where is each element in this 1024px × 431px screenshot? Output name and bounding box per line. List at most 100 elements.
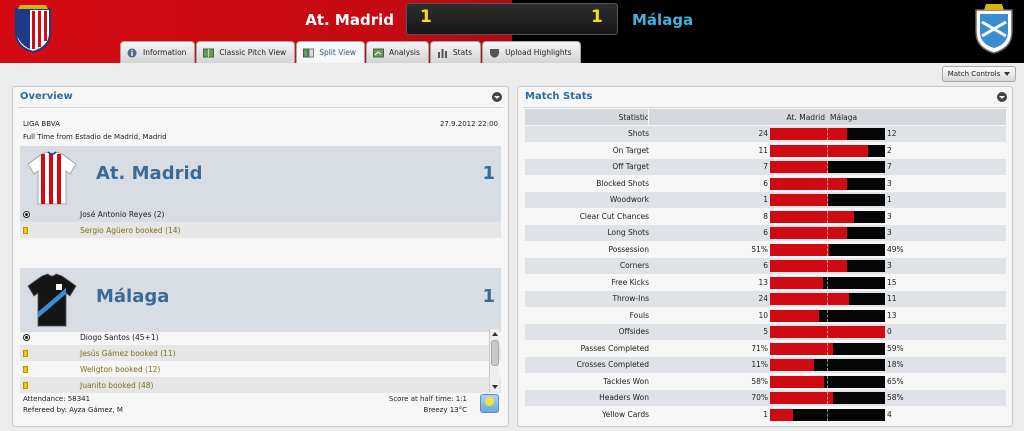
stat-comparison-bar bbox=[770, 210, 885, 223]
stat-bar-midline bbox=[827, 392, 828, 404]
scroll-down-icon[interactable] bbox=[491, 383, 499, 391]
stat-home-value: 58% bbox=[751, 376, 768, 386]
stat-bar-midline bbox=[827, 309, 828, 322]
stat-home-value: 24 bbox=[758, 294, 768, 303]
stat-comparison-bar bbox=[770, 326, 885, 338]
stat-away-value: 49% bbox=[887, 244, 904, 254]
stat-row: Off Target 7 7 bbox=[525, 159, 1006, 175]
scroll-up-icon[interactable] bbox=[491, 330, 499, 338]
stat-away-value: 0 bbox=[887, 327, 892, 336]
match-stats-options-icon[interactable] bbox=[997, 92, 1007, 102]
stat-comparison-bar bbox=[770, 128, 885, 140]
scroll-thumb[interactable] bbox=[491, 340, 499, 366]
panel-divider bbox=[523, 107, 1007, 108]
scoreboard: 1 1 bbox=[406, 3, 618, 35]
referee-text: Refereed by: Ayza Gámez, M bbox=[23, 406, 123, 414]
stat-home-bar-fill bbox=[770, 227, 847, 239]
stat-away-value: 2 bbox=[887, 145, 892, 155]
stats-table-header: Statistic At. Madrid Málaga bbox=[525, 109, 1006, 125]
stat-comparison-bar bbox=[770, 144, 885, 157]
stat-home-value: 70% bbox=[751, 393, 768, 402]
tab-analysis[interactable]: Analysis bbox=[366, 41, 429, 63]
away-booking-event: Weligton booked (12) bbox=[20, 361, 501, 377]
tab-stats[interactable]: Stats bbox=[429, 41, 482, 63]
stat-home-value: 7 bbox=[763, 162, 768, 171]
stat-bar-midline bbox=[827, 227, 828, 239]
tab-information[interactable]: Information bbox=[120, 41, 196, 63]
column-header-statistic[interactable]: Statistic bbox=[619, 113, 649, 122]
stat-home-value: 51% bbox=[751, 244, 768, 254]
stat-away-value: 65% bbox=[887, 376, 904, 386]
stat-row: Shots 24 12 bbox=[525, 126, 1006, 142]
tab-split-view[interactable]: Split View bbox=[296, 41, 365, 63]
yellow-card-icon bbox=[23, 381, 28, 389]
stat-home-bar-fill bbox=[770, 177, 847, 190]
shield-icon bbox=[490, 48, 500, 58]
tab-label: Upload Highlights bbox=[505, 48, 572, 57]
home-club-crest-icon bbox=[15, 5, 51, 53]
stat-comparison-bar bbox=[770, 408, 885, 421]
stat-home-value: 6 bbox=[763, 178, 768, 188]
event-text[interactable]: Sergio Agüero booked (14) bbox=[80, 226, 180, 235]
stat-bar-midline bbox=[827, 260, 828, 272]
stat-home-bar-fill bbox=[770, 408, 793, 421]
tab-upload-highlights[interactable]: Upload Highlights bbox=[482, 41, 581, 63]
stat-bar-midline bbox=[827, 293, 828, 305]
stat-home-bar-fill bbox=[770, 260, 847, 272]
stat-home-value: 10 bbox=[758, 310, 768, 320]
stat-comparison-bar bbox=[770, 375, 885, 388]
away-club-crest-icon bbox=[975, 4, 1013, 54]
home-team-name: At. Madrid bbox=[305, 11, 394, 29]
event-text[interactable]: Weligton booked (12) bbox=[80, 365, 160, 374]
stat-home-bar-fill bbox=[770, 359, 814, 371]
event-text[interactable]: Juanito booked (48) bbox=[80, 381, 153, 390]
home-score: 1 bbox=[420, 7, 432, 27]
stat-comparison-bar bbox=[770, 194, 885, 206]
match-venue: Full Time from Estadio de Madrid, Madrid bbox=[23, 133, 167, 141]
stat-name: Corners bbox=[619, 261, 649, 270]
stat-home-value: 6 bbox=[763, 228, 768, 237]
event-text[interactable]: Diogo Santos (45+1) bbox=[80, 333, 159, 342]
weather-sun-icon bbox=[480, 394, 499, 413]
stat-home-value: 6 bbox=[763, 261, 768, 270]
stat-row: Passes Completed 71% 59% bbox=[525, 341, 1006, 357]
away-team-title: Málaga bbox=[96, 286, 170, 307]
event-text[interactable]: Jesús Gámez booked (11) bbox=[80, 349, 176, 358]
stat-bar-midline bbox=[827, 243, 828, 256]
event-text[interactable]: José Antonio Reyes (2) bbox=[80, 210, 164, 219]
overview-options-icon[interactable] bbox=[492, 92, 502, 102]
stat-bar-midline bbox=[827, 359, 828, 371]
tab-classic-pitch-view[interactable]: Classic Pitch View bbox=[196, 41, 296, 63]
events-scrollbar[interactable] bbox=[489, 329, 499, 392]
column-header-away[interactable]: Málaga bbox=[830, 113, 857, 122]
stat-away-value: 59% bbox=[887, 343, 904, 353]
stat-row: Crosses Completed 11% 18% bbox=[525, 357, 1006, 373]
stat-away-value: 11 bbox=[887, 294, 897, 303]
stat-home-bar-fill bbox=[770, 342, 833, 355]
match-controls-button[interactable]: Match Controls bbox=[942, 66, 1016, 82]
stat-bar-midline bbox=[827, 144, 828, 157]
stat-row: Throw-Ins 24 11 bbox=[525, 291, 1006, 307]
stat-home-bar-fill bbox=[770, 161, 828, 173]
stat-comparison-bar bbox=[770, 161, 885, 173]
stat-home-value: 1 bbox=[763, 409, 768, 419]
stat-row: Corners 6 3 bbox=[525, 258, 1006, 274]
stat-name: Woodwork bbox=[609, 195, 649, 204]
overview-title: Overview bbox=[20, 91, 73, 102]
home-team-goals: 1 bbox=[482, 163, 495, 184]
stat-row: Headers Won 70% 58% bbox=[525, 390, 1006, 406]
yellow-card-icon bbox=[23, 365, 28, 373]
column-header-home[interactable]: At. Madrid bbox=[787, 113, 825, 122]
analysis-icon bbox=[373, 48, 384, 57]
stat-bar-midline bbox=[827, 276, 828, 289]
stat-comparison-bar bbox=[770, 260, 885, 272]
away-goal-event: Diogo Santos (45+1) bbox=[20, 329, 501, 345]
overview-panel: Overview LIGA BBVA 27.9.2012 22:00 Full … bbox=[12, 86, 509, 427]
stat-comparison-bar bbox=[770, 309, 885, 322]
stat-row: Free Kicks 13 15 bbox=[525, 275, 1006, 291]
stats-icon bbox=[437, 48, 447, 58]
stat-row: Woodwork 1 1 bbox=[525, 192, 1006, 208]
stat-name: Tackles Won bbox=[603, 376, 649, 386]
stat-bar-midline bbox=[827, 128, 828, 140]
stat-bar-midline bbox=[827, 408, 828, 421]
